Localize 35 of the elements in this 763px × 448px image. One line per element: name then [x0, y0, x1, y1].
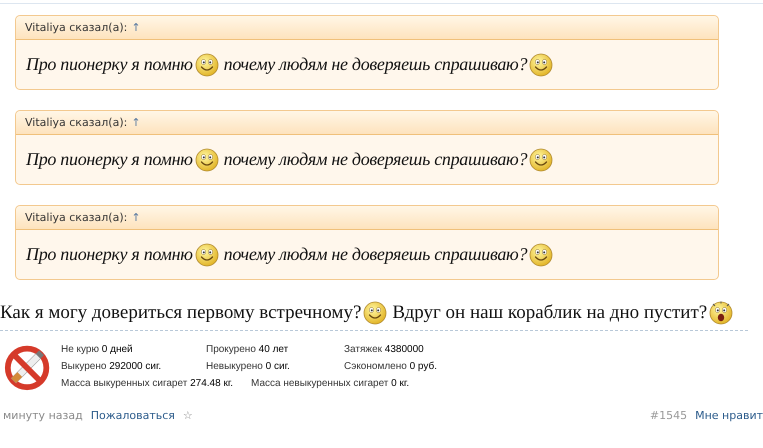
quote-text: почему людям не доверяешь спрашиваю?	[224, 54, 528, 75]
stat-text: Прокурено 40 лет	[206, 344, 290, 354]
star-button[interactable]: ☆	[182, 409, 193, 422]
quote-text: почему людям не доверяешь спрашиваю?	[224, 149, 528, 170]
post-time: минуту назад	[3, 409, 83, 422]
stat-text: Масса невыкуренных сигарет 0 кг.	[251, 378, 410, 388]
stat-text: Не курю 0 дней	[61, 344, 134, 354]
quote-text: почему людям не доверяешь спрашиваю?	[224, 244, 528, 265]
quote-text: Про пионерку я помню	[26, 149, 193, 170]
smiley-icon	[529, 148, 554, 172]
jump-link[interactable]: ↑	[131, 211, 141, 224]
quote-author: Vitaliya сказал(а):	[25, 211, 128, 224]
smiley-icon	[194, 148, 219, 172]
message-text: Вдруг он наш кораблик на дно пустит?	[392, 302, 708, 324]
jump-link[interactable]: ↑	[131, 21, 141, 34]
report-link[interactable]: Пожаловаться	[90, 409, 175, 422]
quote-text: Про пионерку я помню	[26, 244, 193, 265]
stat-text: Выкурено 292000 сиг.	[61, 360, 162, 372]
stat-text: Затяжек 4380000	[344, 344, 425, 354]
quote-text: Про пионерку я помню	[26, 54, 193, 75]
post-number[interactable]: #1545	[650, 409, 688, 422]
smiley-icon	[194, 52, 219, 76]
smiley-icon	[529, 52, 554, 76]
smiley-icon	[194, 242, 219, 266]
like-link[interactable]: Мне нравит	[695, 409, 763, 422]
smiley-icon	[363, 301, 388, 325]
quote-author: Vitaliya сказал(а):	[25, 116, 128, 129]
jump-link[interactable]: ↑	[131, 116, 141, 129]
stat-text: Невыкурено 0 сиг.	[206, 360, 291, 372]
scared-face-icon	[709, 301, 734, 325]
smiley-icon	[529, 242, 554, 266]
quote-author: Vitaliya сказал(а):	[25, 21, 128, 34]
message-text: Как я могу довериться первому встречному?	[0, 302, 362, 324]
stat-text: Масса выкуренных сигарет 274.48 кг.	[61, 378, 234, 388]
stat-text: Сэкономлено 0 руб.	[344, 360, 438, 372]
